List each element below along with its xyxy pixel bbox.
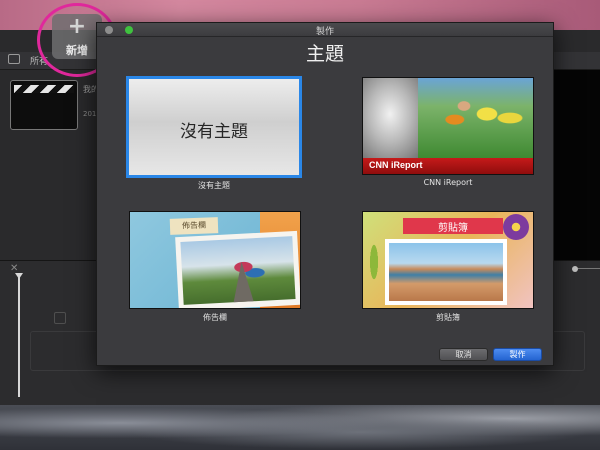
sample-photo-image — [389, 243, 503, 301]
project-thumbnail[interactable] — [10, 80, 78, 130]
libraries-toggle-icon[interactable] — [8, 54, 20, 64]
theme-preview-text: 剪貼簿 — [438, 223, 468, 234]
theme-card-bulletin-board[interactable]: 佈告欄 佈告欄 — [129, 211, 301, 323]
theme-sample-photo — [385, 239, 507, 305]
theme-label: 剪貼簿 — [436, 313, 460, 322]
leaf-decoration — [367, 232, 381, 292]
dialog-titlebar: 製作 — [97, 23, 553, 37]
project-date: 201 — [83, 110, 97, 118]
clapperboard-icon — [14, 85, 74, 93]
cancel-button[interactable]: 取消 — [439, 348, 488, 361]
audio-track-icon — [54, 312, 66, 324]
theme-label: 沒有主題 — [198, 181, 230, 190]
cnn-lower-third: CNN iReport — [363, 158, 533, 174]
theme-preview-text: 佈告欄 — [181, 220, 207, 231]
zoom-slider-track[interactable] — [578, 268, 600, 269]
theme-card-scrapbook[interactable]: 剪貼簿 剪貼簿 — [362, 211, 534, 323]
theme-preview-bulletin-board[interactable]: 佈告欄 — [129, 211, 301, 309]
theme-card-cnn-ireport[interactable]: CNN iReport CNN iReport — [362, 77, 534, 189]
theme-preview-cnn-ireport[interactable]: CNN iReport — [362, 77, 534, 175]
theme-sample-photo — [175, 230, 300, 308]
desktop-wallpaper-bottom — [0, 405, 600, 450]
theme-preview-text: CNN iReport — [369, 160, 423, 170]
dialog-heading: 主題 — [305, 43, 344, 65]
viewer-panel — [554, 70, 600, 285]
zoom-slider-knob[interactable] — [572, 266, 578, 272]
theme-card-none[interactable]: 沒有主題 沒有主題 — [126, 76, 302, 192]
playhead[interactable] — [18, 277, 20, 397]
theme-preview-scrapbook[interactable]: 剪貼簿 — [362, 211, 534, 309]
theme-preview-none[interactable]: 沒有主題 — [126, 76, 302, 178]
theme-preview-text: 沒有主題 — [180, 122, 248, 142]
dialog-window-title: 製作 — [315, 27, 334, 37]
theme-sample-photo — [418, 78, 533, 158]
globe-graphic — [363, 78, 423, 158]
flower-icon — [503, 214, 529, 240]
create-dialog: 製作 主題 沒有主題 沒有主題 CNN iReport CNN iReport … — [96, 22, 554, 366]
create-button[interactable]: 製作 — [493, 348, 542, 361]
bulletin-note: 佈告欄 — [169, 217, 219, 235]
eiffel-tower-graphic — [231, 261, 254, 303]
theme-label: 佈告欄 — [203, 313, 227, 322]
scrapbook-banner: 剪貼簿 — [403, 218, 503, 234]
theme-label: CNN iReport — [423, 178, 473, 187]
